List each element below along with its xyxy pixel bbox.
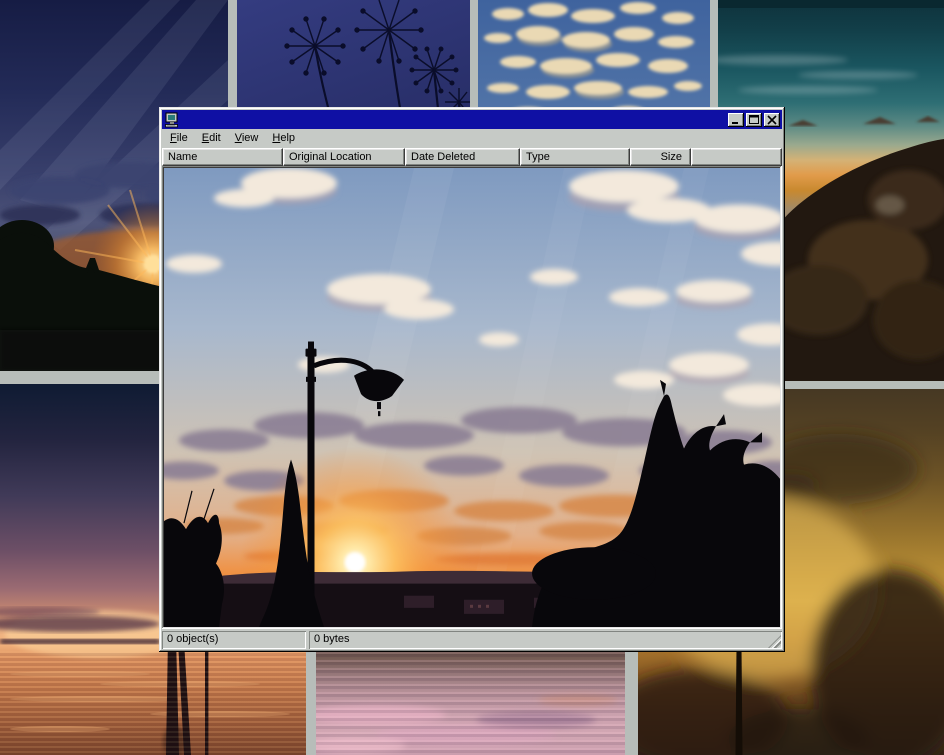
column-headers: Name Original Location Date Deleted Type… bbox=[162, 148, 782, 166]
minimize-button[interactable] bbox=[728, 113, 744, 127]
status-bar: 0 object(s) 0 bytes bbox=[162, 631, 782, 649]
menu-view[interactable]: View bbox=[228, 130, 266, 147]
column-header-type[interactable]: Type bbox=[520, 148, 630, 166]
menu-help[interactable]: Help bbox=[265, 130, 302, 147]
column-header-name[interactable]: Name bbox=[162, 148, 283, 166]
column-header-size[interactable]: Size bbox=[630, 148, 691, 166]
status-bytes: 0 bytes bbox=[309, 631, 782, 649]
desktop-wallpaper: File Edit View Help Name Original Locati… bbox=[0, 0, 944, 755]
recycle-bin-window: File Edit View Help Name Original Locati… bbox=[159, 107, 785, 652]
close-button[interactable] bbox=[764, 113, 780, 127]
menu-help-label: Help bbox=[272, 132, 295, 144]
status-objects: 0 object(s) bbox=[162, 631, 306, 649]
menu-bar: File Edit View Help bbox=[162, 129, 782, 148]
computer-icon bbox=[164, 112, 180, 128]
file-list-area[interactable] bbox=[162, 166, 782, 629]
menu-file-label: File bbox=[170, 132, 188, 144]
close-icon bbox=[766, 115, 778, 125]
sunset-streetlamp-photo bbox=[164, 168, 780, 627]
maximize-icon bbox=[748, 115, 760, 125]
column-header-original-location[interactable]: Original Location bbox=[283, 148, 405, 166]
minimize-icon bbox=[730, 115, 742, 125]
window-titlebar[interactable] bbox=[162, 110, 782, 129]
menu-view-label: View bbox=[235, 132, 259, 144]
menu-edit[interactable]: Edit bbox=[195, 130, 228, 147]
column-header-date-deleted[interactable]: Date Deleted bbox=[405, 148, 520, 166]
maximize-button[interactable] bbox=[746, 113, 762, 127]
menu-file[interactable]: File bbox=[163, 130, 195, 147]
column-header-blank[interactable] bbox=[691, 148, 782, 166]
menu-edit-label: Edit bbox=[202, 132, 221, 144]
